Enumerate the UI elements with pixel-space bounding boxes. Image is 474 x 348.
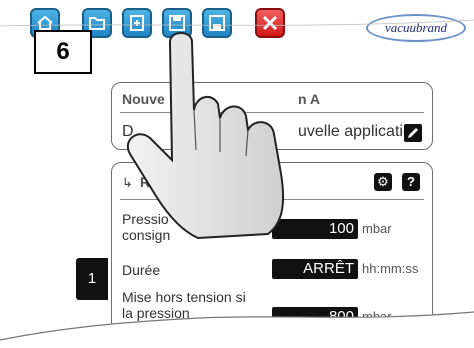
application-title-tail: n A <box>298 91 321 107</box>
return-arrow-icon: ↳ <box>122 175 133 190</box>
application-description-tail: uvelle application <box>298 123 421 140</box>
application-description: D <box>122 123 134 140</box>
parameters-panel: ↳ R ⚙ ? Pressio consign 100 mbar Durée A… <box>111 162 433 348</box>
save-button[interactable] <box>162 8 192 38</box>
vacuubrand-logo: vacuubrand <box>366 14 466 42</box>
new-button[interactable] <box>122 8 152 38</box>
close-button[interactable] <box>255 8 285 38</box>
pressure-unit: mbar <box>362 221 392 236</box>
shutoff-unit: mbar <box>362 309 392 324</box>
settings-button[interactable]: ⚙ <box>374 173 392 191</box>
line-marker: 1 <box>76 258 108 300</box>
duration-value-field[interactable]: ARRÊT <box>272 259 358 279</box>
label-line: Pressio <box>122 211 169 227</box>
param-label-duration: Durée <box>122 262 161 278</box>
label-line: qu'à <box>212 321 239 337</box>
save-as-icon <box>209 15 225 31</box>
edit-button[interactable] <box>404 124 422 142</box>
label-line: Mise hors tension si <box>122 289 246 305</box>
step-number: 6 <box>34 30 92 74</box>
section-title: R <box>140 174 151 190</box>
new-document-icon <box>130 15 144 31</box>
param-label-shutoff: Mise hors tension si la pression qu'à <box>122 289 246 337</box>
close-icon <box>262 15 278 31</box>
shutoff-value-field[interactable]: 800 <box>272 307 358 327</box>
application-title: Nouve <box>122 91 165 107</box>
save-as-button[interactable] <box>202 8 232 38</box>
help-button[interactable]: ? <box>402 173 420 191</box>
param-label-pressure: Pressio consign <box>122 211 170 243</box>
pressure-value-field[interactable]: 100 <box>272 219 358 239</box>
screenshot-stage: vacuubrand 6 Nouve n A D uvelle applicat… <box>0 0 474 348</box>
divider <box>120 112 424 113</box>
application-panel: Nouve n A D uvelle application <box>111 82 433 150</box>
pencil-icon <box>408 128 418 138</box>
label-line: consign <box>122 227 171 243</box>
save-icon <box>169 15 185 31</box>
divider <box>120 199 424 200</box>
gear-icon: ⚙ <box>377 174 389 189</box>
duration-unit: hh:mm:ss <box>362 261 419 276</box>
label-line: la pression <box>122 305 190 321</box>
